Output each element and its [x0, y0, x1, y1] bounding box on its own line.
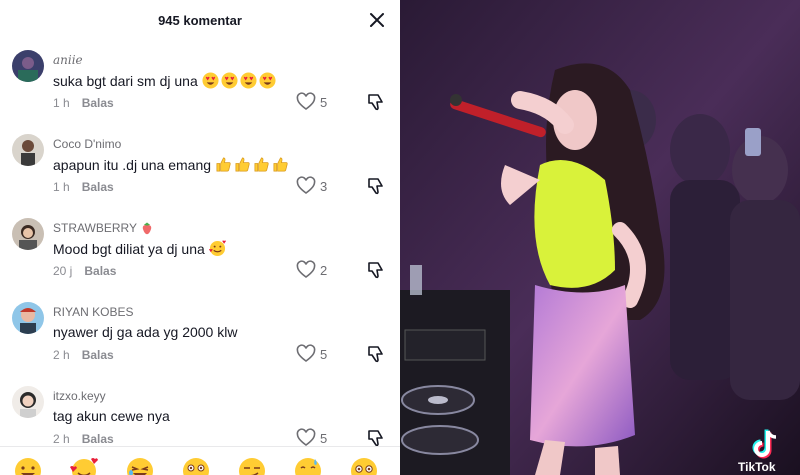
- grin-emoji-icon[interactable]: [14, 457, 42, 475]
- laughing-emoji-icon[interactable]: [126, 457, 154, 475]
- like-count: 5: [320, 431, 328, 446]
- smirk-emoji-icon[interactable]: [238, 457, 266, 475]
- heart-outline-icon: [296, 344, 316, 362]
- heart-outline-icon: [296, 176, 316, 194]
- comment-text: tag akun cewe nya: [53, 408, 170, 424]
- like-count: 2: [320, 263, 328, 278]
- video-player[interactable]: TikTok: [400, 0, 800, 475]
- heart-eyes-emoji-icon: [240, 72, 257, 89]
- comment-meta: 20 j Balas: [53, 264, 116, 278]
- heart-eyes-emoji-icon: [202, 72, 219, 89]
- like-count: 5: [320, 347, 328, 362]
- comment-meta: 1 h Balas: [53, 96, 114, 110]
- comment-body: tag akun cewe nya: [53, 408, 170, 424]
- reply-button[interactable]: Balas: [82, 96, 114, 110]
- close-icon[interactable]: [368, 11, 386, 29]
- smiling-face-with-hearts-icon[interactable]: [70, 457, 98, 475]
- comment-username[interactable]: Coco D'nimo: [53, 137, 121, 151]
- comment-item: RIYAN KOBES nyawer dj ga ada yg 2000 klw…: [0, 302, 400, 386]
- thumbs-up-emoji-icon: [235, 157, 250, 172]
- comment-time: 1 h: [53, 180, 70, 194]
- comments-panel: 945 komentar aniie suka bgt dari sm dj u…: [0, 0, 400, 475]
- comment-text: apapun itu .dj una emang: [53, 156, 291, 173]
- comment-text: Mood bgt diliat ya dj una: [53, 240, 228, 257]
- tiktok-logo-icon: [752, 429, 777, 459]
- comment-time: 2 h: [53, 348, 70, 362]
- comment-item: aniie suka bgt dari sm dj una 1 h Balas 5: [0, 50, 400, 134]
- reply-button[interactable]: Balas: [84, 264, 116, 278]
- avatar[interactable]: [12, 134, 44, 166]
- comment-username[interactable]: RIYAN KOBES: [53, 305, 133, 319]
- comment-username[interactable]: STRAWBERRY: [53, 221, 156, 235]
- comment-time: 20 j: [53, 264, 73, 278]
- quick-emoji-bar: [0, 446, 400, 475]
- avatar[interactable]: [12, 50, 44, 82]
- reply-button[interactable]: Balas: [82, 180, 114, 194]
- comment-body: apapun itu .dj una emang: [53, 157, 212, 173]
- wow-emoji-icon[interactable]: [182, 457, 210, 475]
- reply-button[interactable]: Balas: [82, 348, 114, 362]
- tiktok-watermark-text: TikTok: [738, 460, 776, 474]
- comment-item: STRAWBERRY Mood bgt diliat ya dj una 20 …: [0, 218, 400, 302]
- like-count: 5: [320, 95, 328, 110]
- reply-button[interactable]: Balas: [82, 432, 114, 446]
- username-text: STRAWBERRY: [53, 221, 137, 235]
- heart-eyes-emoji-icon: [259, 72, 276, 89]
- thumbs-down-icon[interactable]: [366, 92, 386, 112]
- heart-eyes-emoji-icon: [221, 72, 238, 89]
- comment-username[interactable]: itzxo.keyy: [53, 389, 106, 403]
- comment-body: nyawer dj ga ada yg 2000 klw: [53, 324, 238, 340]
- heart-outline-icon: [296, 428, 316, 446]
- comments-count-title: 945 komentar: [158, 13, 242, 28]
- comment-meta: 2 h Balas: [53, 348, 114, 362]
- avatar[interactable]: [12, 302, 44, 334]
- heart-outline-icon: [296, 92, 316, 110]
- avatar[interactable]: [12, 386, 44, 418]
- smiling-face-with-hearts-emoji-icon: [208, 240, 226, 257]
- comments-header: 945 komentar: [0, 0, 400, 42]
- comment-body: Mood bgt diliat ya dj una: [53, 241, 205, 257]
- thumbs-up-emoji-icon: [273, 157, 288, 172]
- comment-text: nyawer dj ga ada yg 2000 klw: [53, 324, 237, 340]
- comment-username[interactable]: aniie: [53, 53, 83, 67]
- comment-text: suka bgt dari sm dj una: [53, 72, 278, 89]
- thumbs-up-emoji-icon: [216, 157, 231, 172]
- comment-item: Coco D'nimo apapun itu .dj una emang 1 h…: [0, 134, 400, 218]
- sweat-smile-emoji-icon[interactable]: [294, 457, 322, 475]
- avatar[interactable]: [12, 218, 44, 250]
- comment-body: suka bgt dari sm dj una: [53, 73, 198, 89]
- comment-meta: 1 h Balas: [53, 180, 114, 194]
- heart-outline-icon: [296, 260, 316, 278]
- thumbs-up-emoji-icon: [254, 157, 269, 172]
- comment-meta: 2 h Balas: [53, 432, 114, 446]
- like-count: 3: [320, 179, 328, 194]
- comment-time: 1 h: [53, 96, 70, 110]
- thumbs-down-icon[interactable]: [366, 344, 386, 364]
- thumbs-down-icon[interactable]: [366, 176, 386, 196]
- thumbs-down-icon[interactable]: [366, 260, 386, 280]
- strawberry-emoji-icon: [142, 222, 152, 235]
- video-frame: [400, 0, 800, 475]
- comment-time: 2 h: [53, 432, 70, 446]
- thumbs-down-icon[interactable]: [366, 428, 386, 448]
- flushed-emoji-icon[interactable]: [350, 457, 378, 475]
